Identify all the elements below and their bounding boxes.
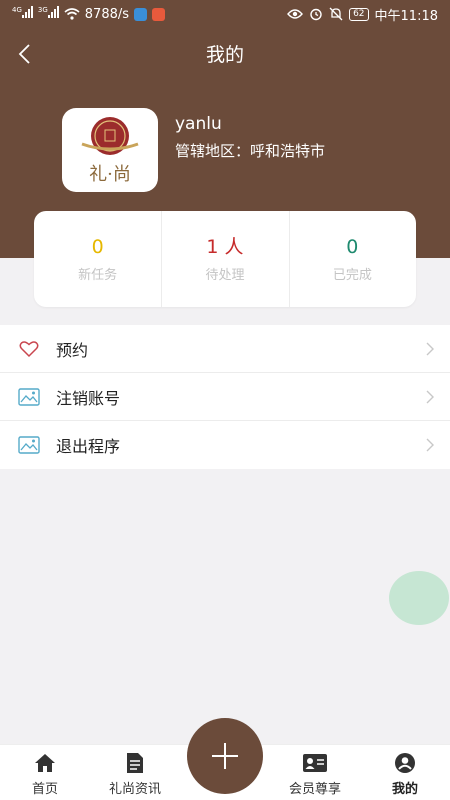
task-stats-card: 0 新任务 1 人 待处理 0 已完成 [34, 211, 416, 307]
status-right: 62 中午11:18 [287, 5, 438, 24]
brand-logo-icon: 礼·尚 [81, 117, 139, 185]
nav-item-home[interactable]: 首页 [0, 745, 90, 800]
nav-label: 礼尚资讯 [108, 782, 161, 797]
stat-label: 已完成 [332, 268, 372, 283]
user-icon [394, 752, 416, 774]
chevron-right-icon [426, 390, 434, 403]
battery-indicator: 62 [349, 7, 369, 21]
stat-label: 新任务 [78, 268, 118, 283]
nav-item-mine[interactable]: 我的 [360, 745, 450, 800]
nav-label: 会员尊享 [288, 782, 341, 797]
menu-item-appointment[interactable]: 预约 [0, 325, 450, 373]
stat-value: 0 [91, 236, 104, 258]
region-info: 管辖地区： 呼和浩特市 [175, 140, 325, 161]
home-icon [34, 752, 56, 774]
alarm-icon [310, 8, 322, 21]
nav-label: 首页 [31, 782, 58, 797]
weather-app-icon [134, 7, 148, 21]
eye-icon [287, 9, 304, 19]
stat-value: 0 [346, 236, 359, 258]
stat-completed[interactable]: 0 已完成 [288, 211, 416, 307]
chevron-right-icon [426, 438, 434, 452]
network-speed: 8788/s [84, 6, 130, 22]
member-card-icon [302, 752, 328, 774]
heart-icon [18, 338, 40, 360]
avatar-brand-text: 礼·尚 [89, 164, 131, 185]
image-icon [18, 386, 40, 408]
clock: 中午11:18 [374, 8, 438, 24]
nav-item-member[interactable]: 会员尊享 [270, 745, 360, 800]
plus-icon [212, 743, 238, 769]
add-button[interactable] [187, 718, 263, 794]
stat-pending[interactable]: 1 人 待处理 [161, 211, 288, 307]
stat-new-tasks[interactable]: 0 新任务 [34, 211, 161, 307]
mute-icon [329, 7, 343, 21]
stat-label: 待处理 [205, 268, 245, 283]
news-app-icon [152, 7, 166, 21]
menu-item-label: 退出程序 [56, 437, 121, 456]
username: yanlu [175, 114, 222, 134]
chevron-right-icon [426, 342, 434, 355]
settings-menu: 预约 注销账号 退出程序 [0, 325, 450, 469]
signal-1-icon: 4G [12, 6, 33, 22]
stat-value: 1 人 [206, 236, 244, 258]
floating-assist-button[interactable] [389, 571, 449, 625]
nav-item-news[interactable]: 礼尚资讯 [90, 745, 180, 800]
menu-item-exit-app[interactable]: 退出程序 [0, 421, 450, 469]
menu-item-deactivate-account[interactable]: 注销账号 [0, 373, 450, 421]
status-bar: 4G 3G 8788/s 62 中午11:18 [0, 0, 450, 28]
document-icon [126, 752, 144, 774]
avatar[interactable]: 礼·尚 [62, 108, 158, 192]
status-left: 4G 3G 8788/s [12, 6, 166, 22]
region-value: 呼和浩特市 [250, 142, 326, 160]
menu-item-label: 预约 [56, 340, 89, 360]
signal-2-icon: 3G [38, 6, 59, 22]
page-title: 我的 [205, 44, 244, 66]
menu-item-label: 注销账号 [56, 388, 121, 408]
image-icon [18, 434, 40, 456]
nav-label: 我的 [391, 782, 418, 797]
wifi-icon [64, 8, 80, 20]
region-label: 管辖地区： [175, 142, 251, 160]
